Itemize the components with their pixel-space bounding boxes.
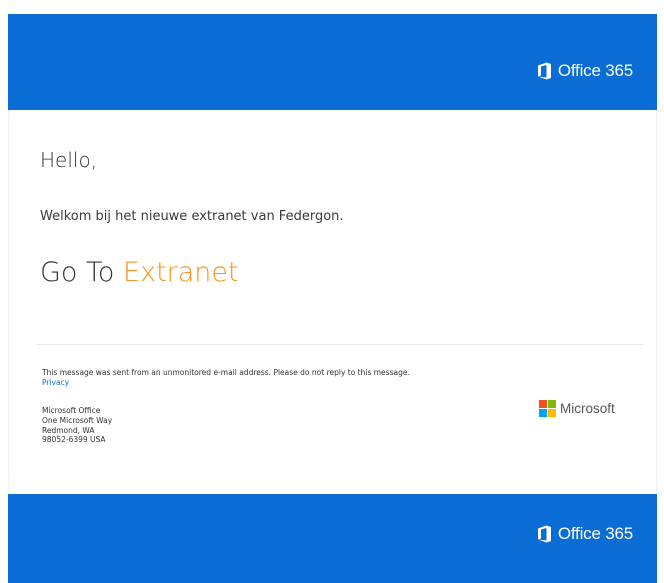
divider <box>37 344 643 345</box>
office-logo-icon <box>537 525 551 543</box>
ms-square-blue <box>539 409 547 417</box>
address-line: One Microsoft Way <box>42 415 113 425</box>
address-line: Microsoft Office <box>42 406 101 415</box>
ms-square-red <box>539 400 547 408</box>
microsoft-logo: Microsoft <box>539 400 615 417</box>
office-365-label: Office 365 <box>557 524 633 543</box>
footer-banner: Office 365 <box>8 494 657 583</box>
go-to-extranet-heading: Go To Extranet <box>40 257 239 288</box>
privacy-link[interactable]: Privacy <box>42 378 69 387</box>
address-line: 98052-6399 USA <box>42 435 106 445</box>
address-line: Redmond, WA <box>42 425 95 435</box>
header-banner: Office 365 <box>8 14 657 110</box>
welcome-text: Welkom bij het nieuwe extranet van Feder… <box>40 209 344 224</box>
cta-prefix: Go To <box>40 257 124 288</box>
office-365-label: Office 365 <box>557 61 633 80</box>
microsoft-label: Microsoft <box>560 401 615 416</box>
ms-square-green <box>548 400 556 408</box>
address-block: Microsoft Office One Microsoft Way Redmo… <box>42 406 112 445</box>
greeting: Hello, <box>40 148 98 172</box>
email-content: Hello, Welkom bij het nieuwe extranet va… <box>8 110 657 494</box>
office-logo-icon <box>537 62 551 80</box>
microsoft-logo-icon <box>539 400 556 417</box>
unmonitored-notice: This message was sent from an unmonitore… <box>42 368 410 377</box>
office-365-logo: Office 365 <box>537 61 633 81</box>
extranet-link[interactable]: Extranet <box>123 257 239 288</box>
email-page: Office 365 Hello, Welkom bij het nieuwe … <box>0 0 664 583</box>
ms-square-yellow <box>548 409 556 417</box>
office-365-logo: Office 365 <box>537 524 633 544</box>
